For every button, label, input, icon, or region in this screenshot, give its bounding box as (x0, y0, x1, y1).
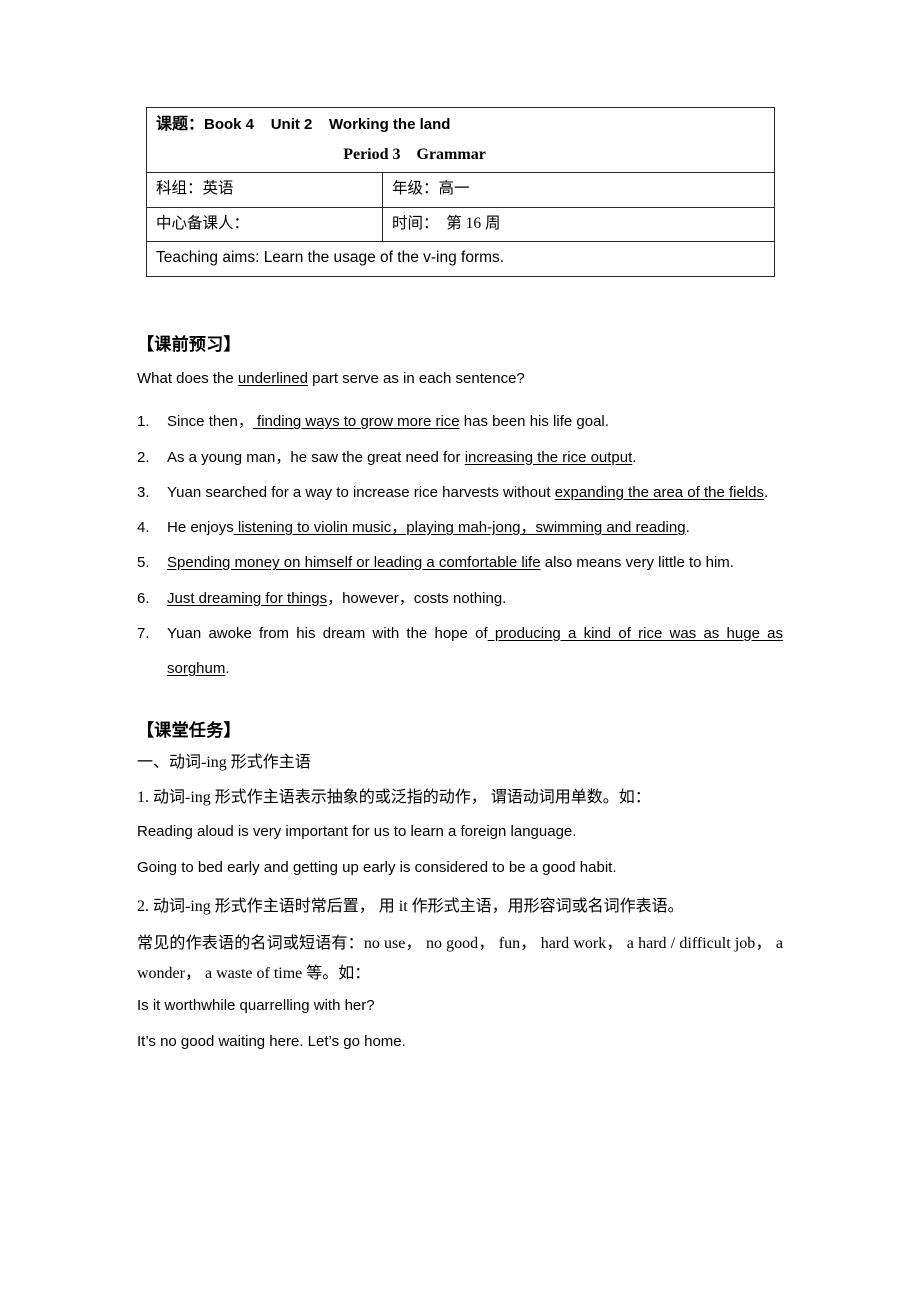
item-pre: Yuan searched for a way to increase rice… (167, 483, 555, 501)
list-item: 7. Yuan awoke from his dream with the ho… (137, 616, 783, 687)
item-number: 5. (137, 554, 150, 572)
item-underlined: Just dreaming for things (167, 589, 328, 607)
document-page: 课题：Book 4 Unit 2 Working the land Period… (0, 0, 920, 1302)
item-pre: Yuan awoke from his dream with the hope … (167, 624, 488, 642)
instruction-underlined-word: underlined (237, 370, 308, 387)
instruction-text-a: What does the (137, 370, 238, 387)
list-item: 2. As a young man，he saw the great need … (137, 440, 783, 475)
item-pre: Since then， (167, 413, 253, 431)
item-body: Spending money on himself or leading a c… (167, 545, 783, 580)
item-number: 7. (137, 624, 150, 642)
table-row-preparer-time: 中心备课人： 时间： 第 16 周 (146, 206, 775, 243)
item-body: Yuan awoke from his dream with the hope … (167, 616, 783, 687)
item-body: Since then， finding ways to grow more ri… (167, 404, 783, 439)
task-point-2-line-2: 常见的作表语的名词或短语有：no use， no good， fun， hard… (137, 934, 783, 983)
topic-label: 课题： (156, 116, 205, 133)
task-example-4: It’s no good waiting here. Let’s go home… (137, 1032, 406, 1050)
item-post: ，however，costs nothing. (327, 589, 507, 607)
item-post: . (685, 519, 690, 536)
subject-cell: 科组：英语 (146, 172, 383, 208)
list-item: 3. Yuan searched for a way to increase r… (137, 475, 783, 510)
task-heading: 【课堂任务】 (137, 721, 241, 741)
list-item: 6. Just dreaming for things，however，cost… (137, 581, 783, 616)
teaching-aims-cell: Teaching aims: Learn the usage of the v-… (146, 241, 775, 277)
item-pre: As a young man，he saw the great need for (167, 448, 465, 466)
item-underlined: finding ways to grow more rice (252, 413, 460, 431)
list-item: 4. He enjoys listening to violin music，p… (137, 510, 783, 545)
instruction-text-b: part serve as in each sentence? (307, 370, 525, 387)
item-underlined: listening to violin music，playing mah-jo… (233, 519, 686, 536)
item-number: 6. (137, 589, 150, 607)
topic-line-1: 课题：Book 4 Unit 2 Working the land (156, 113, 765, 136)
item-body: Just dreaming for things，however，costs n… (167, 581, 783, 616)
list-item: 1. Since then， finding ways to grow more… (137, 404, 783, 439)
item-body: Yuan searched for a way to increase rice… (167, 475, 783, 510)
item-body: As a young man，he saw the great need for… (167, 440, 783, 475)
item-number: 1. (137, 413, 150, 431)
item-body: He enjoys listening to violin music，play… (167, 510, 783, 545)
item-post: . (764, 483, 769, 501)
document-body: 【课前预习】 What does the underlined part ser… (137, 330, 783, 1066)
item-number: 3. (137, 483, 150, 501)
item-number: 4. (137, 519, 150, 536)
task-point-2-line-1: 2. 动词-ing 形式作主语时常后置， 用 it 作形式主语，用形容词或名词作… (137, 898, 684, 916)
lesson-info-table: 课题：Book 4 Unit 2 Working the land Period… (146, 106, 775, 277)
topic-value: Book 4 Unit 2 Working the land (204, 116, 451, 133)
item-post: . (225, 660, 230, 677)
item-pre: He enjoys (167, 519, 234, 536)
preview-question-list: 1. Since then， finding ways to grow more… (137, 404, 783, 686)
topic-cell: 课题：Book 4 Unit 2 Working the land Period… (146, 106, 775, 174)
preparer-cell: 中心备课人： (146, 206, 383, 243)
item-number: 2. (137, 448, 150, 466)
task-subheading: 一、动词-ing 形式作主语 (137, 754, 311, 772)
item-underlined: Spending money on himself or leading a c… (167, 554, 541, 572)
time-cell: 时间： 第 16 周 (382, 206, 775, 243)
table-row-teaching-aims: Teaching aims: Learn the usage of the v-… (146, 241, 775, 277)
topic-line-2: Period 3 Grammar (343, 146, 486, 164)
item-underlined: increasing the rice output (464, 448, 633, 466)
item-post: . (632, 448, 637, 466)
table-row-topic: 课题：Book 4 Unit 2 Working the land Period… (146, 106, 775, 174)
task-example-2: Going to bed early and getting up early … (137, 858, 617, 876)
task-example-3: Is it worthwhile quarrelling with her? (137, 997, 375, 1015)
item-post: has been his life goal. (459, 413, 609, 431)
preview-instruction: What does the underlined part serve as i… (137, 369, 783, 389)
preview-heading: 【课前预习】 (137, 335, 241, 354)
grade-cell: 年级：高一 (382, 172, 775, 208)
task-example-1: Reading aloud is very important for us t… (137, 823, 577, 841)
list-item: 5. Spending money on himself or leading … (137, 545, 783, 580)
table-row-subject-grade: 科组：英语 年级：高一 (146, 172, 775, 208)
item-underlined: expanding the area of the fields (554, 483, 765, 501)
task-point-1: 1. 动词-ing 形式作主语表示抽象的或泛指的动作， 谓语动词用单数。如： (137, 789, 651, 807)
item-post: also means very little to him. (540, 554, 734, 572)
